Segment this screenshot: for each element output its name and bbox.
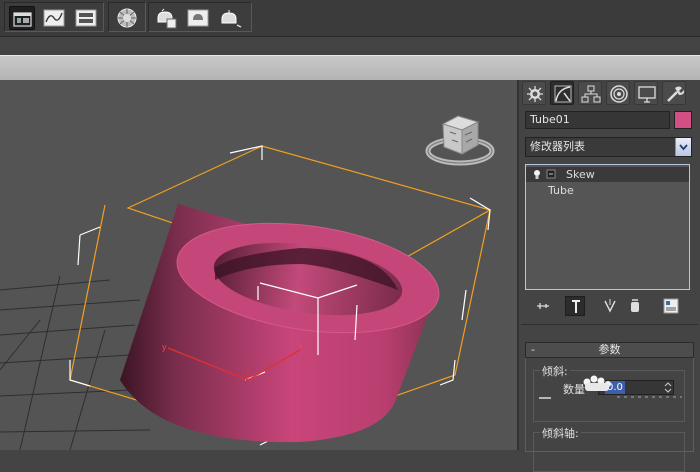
- modifier-list-dropdown[interactable]: 修改器列表: [525, 137, 692, 157]
- ribbon-bar: [0, 55, 700, 81]
- viewcube-icon: [425, 115, 495, 166]
- configure-sets-icon: [663, 298, 679, 314]
- rollout-title: 参数: [598, 343, 621, 356]
- make-unique-button[interactable]: [601, 296, 621, 316]
- toolbar-group-editors: [4, 2, 104, 32]
- utilities-tab-icon: [667, 86, 685, 102]
- rollout-collapse-toggle[interactable]: -: [531, 343, 535, 357]
- command-panel: Tube01 修改器列表 Skew Tube - 参数 倾斜: 数量 0.0 倾…: [519, 80, 700, 472]
- tab-hierarchy[interactable]: [578, 81, 602, 105]
- show-end-result-button[interactable]: [565, 296, 585, 316]
- tab-modify[interactable]: [550, 81, 574, 105]
- modifier-list-arrow[interactable]: [675, 138, 691, 156]
- material-editor-button[interactable]: [114, 6, 140, 30]
- hierarchy-tab-icon: [581, 85, 601, 103]
- skew-axis-group-title: 倾斜轴:: [540, 425, 581, 441]
- schematic-view-icon: [75, 9, 97, 27]
- schematic-view-button[interactable]: [73, 6, 99, 30]
- chevron-down-icon: [679, 144, 688, 151]
- scene-explorer-icon: [13, 12, 32, 27]
- render-setup-icon: [157, 8, 177, 29]
- perspective-viewport[interactable]: y x: [0, 80, 519, 450]
- object-name-field[interactable]: Tube01: [525, 111, 670, 129]
- axis-y-label: y: [162, 342, 167, 352]
- render-production-icon: [221, 10, 242, 28]
- display-tab-icon: [638, 86, 656, 103]
- configure-modifier-sets-button[interactable]: [661, 296, 681, 316]
- parameters-rollout-header[interactable]: - 参数: [525, 342, 694, 358]
- stack-item-label: Tube: [548, 184, 574, 197]
- object-color-swatch[interactable]: [674, 111, 692, 129]
- tab-utilities[interactable]: [662, 81, 686, 105]
- scene-explorer-button[interactable]: [9, 6, 35, 30]
- axis-x-label: x: [298, 340, 303, 350]
- skew-axis-group: 倾斜轴:: [533, 425, 685, 472]
- remove-modifier-button[interactable]: [625, 296, 645, 316]
- tab-create[interactable]: [522, 81, 546, 105]
- stack-item-tube[interactable]: Tube: [526, 183, 689, 198]
- trash-icon: [631, 299, 639, 312]
- tab-motion[interactable]: [606, 81, 630, 105]
- render-production-button[interactable]: [217, 6, 243, 30]
- rendered-frame-window-icon: [187, 9, 209, 27]
- modifier-stack: Skew Tube: [525, 164, 690, 290]
- secondary-toolbar: [0, 37, 700, 55]
- stack-item-label: Skew: [566, 168, 595, 181]
- make-unique-icon: [604, 299, 616, 313]
- stack-item-skew[interactable]: Skew: [526, 167, 689, 182]
- divider: [521, 324, 698, 325]
- motion-tab-icon: [610, 85, 628, 103]
- curve-editor-button[interactable]: [41, 6, 67, 30]
- command-panel-tabs: [519, 80, 700, 106]
- amount-slider[interactable]: [537, 392, 685, 402]
- modifier-list-label: 修改器列表: [530, 140, 585, 153]
- modify-tab-icon: [554, 85, 572, 103]
- lightbulb-icon: [534, 169, 556, 179]
- stack-toolbar: [519, 294, 700, 318]
- create-tab-icon: [527, 86, 543, 102]
- material-editor-icon: [117, 8, 137, 28]
- toolbar-group-material: [108, 2, 146, 32]
- end-result-icon: [572, 300, 580, 313]
- main-toolbar: [0, 0, 700, 37]
- rendered-frame-window-button[interactable]: [185, 6, 211, 30]
- skew-group-title: 倾斜:: [540, 363, 570, 379]
- toolbar-group-render: [148, 2, 252, 32]
- viewport-scene: y x: [0, 115, 495, 450]
- tab-display[interactable]: [634, 81, 658, 105]
- tube-object: [120, 204, 440, 443]
- curve-editor-icon: [43, 9, 65, 27]
- pin-icon: [537, 303, 549, 309]
- pin-stack-button[interactable]: [533, 296, 553, 316]
- render-setup-button[interactable]: [153, 6, 179, 30]
